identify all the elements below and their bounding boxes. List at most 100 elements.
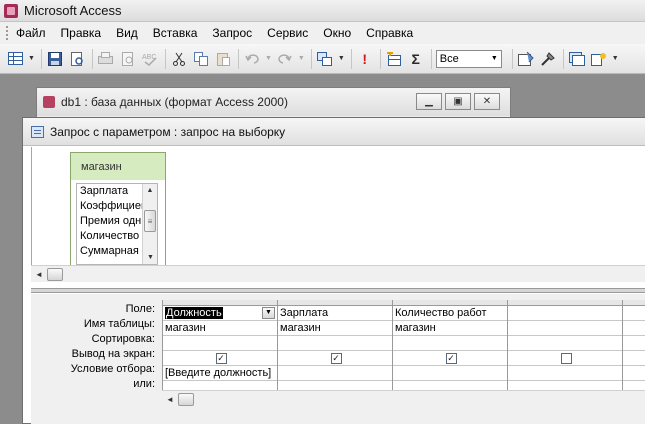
row-label-show: Вывод на экран: bbox=[71, 348, 155, 360]
file-search-icon[interactable] bbox=[68, 50, 86, 68]
field-cell[interactable]: Должность ▼ bbox=[163, 306, 277, 321]
design-grid-pane: Поле: Имя таблицы: Сортировка: Вывод на … bbox=[31, 294, 645, 424]
pane-splitter[interactable] bbox=[31, 288, 645, 293]
build-icon[interactable] bbox=[539, 50, 557, 68]
field-list-item[interactable]: Зарплата bbox=[77, 184, 143, 199]
menu-grip[interactable] bbox=[6, 26, 10, 40]
table-cell[interactable]: магазин bbox=[278, 321, 392, 336]
field-list-box[interactable]: Зарплата Коэффициент Премия одн Количест… bbox=[76, 183, 158, 265]
spelling-icon[interactable]: ABC bbox=[141, 50, 159, 68]
run-icon[interactable]: ! bbox=[356, 50, 374, 68]
database-window-icon[interactable] bbox=[568, 50, 586, 68]
criteria-cell[interactable] bbox=[623, 366, 645, 381]
chevron-down-icon[interactable]: ▼ bbox=[338, 55, 345, 62]
chevron-down-icon[interactable]: ▼ bbox=[265, 55, 272, 62]
criteria-cell[interactable] bbox=[393, 366, 507, 381]
row-label-table: Имя таблицы: bbox=[83, 318, 155, 330]
row-label-criteria: Условие отбора: bbox=[70, 363, 155, 375]
sort-cell[interactable] bbox=[623, 336, 645, 351]
field-cell-value: Должность bbox=[165, 307, 223, 319]
menu-view[interactable]: Вид bbox=[116, 26, 138, 40]
scroll-thumb[interactable] bbox=[178, 393, 194, 406]
criteria-cell[interactable] bbox=[508, 366, 622, 381]
menu-window[interactable]: Окно bbox=[323, 26, 351, 40]
table-cell[interactable]: магазин bbox=[163, 321, 277, 336]
scroll-thumb[interactable]: ≡ bbox=[144, 210, 156, 232]
show-cell[interactable]: ✓ bbox=[278, 351, 392, 366]
sort-cell[interactable] bbox=[508, 336, 622, 351]
undo-icon[interactable] bbox=[243, 50, 261, 68]
query-type-icon[interactable] bbox=[316, 50, 334, 68]
sort-cell[interactable] bbox=[393, 336, 507, 351]
chevron-down-icon[interactable]: ▼ bbox=[491, 55, 498, 62]
chevron-down-icon[interactable]: ▼ bbox=[262, 307, 275, 319]
table-field-list[interactable]: магазин Зарплата Коэффициент Премия одн … bbox=[70, 152, 166, 269]
row-label-field: Поле: bbox=[125, 303, 155, 315]
scroll-up-icon[interactable]: ▲ bbox=[143, 184, 157, 197]
grid-column: Зарплата магазин ✓ bbox=[277, 300, 392, 396]
show-checkbox[interactable] bbox=[560, 352, 572, 364]
menu-insert[interactable]: Вставка bbox=[153, 26, 198, 40]
show-cell[interactable]: ✓ bbox=[163, 351, 277, 366]
field-cell[interactable]: Зарплата bbox=[278, 306, 392, 321]
close-button[interactable]: ✕ bbox=[474, 93, 500, 110]
show-checkbox[interactable]: ✓ bbox=[445, 352, 457, 364]
criteria-cell[interactable]: [Введите должность] bbox=[163, 366, 277, 381]
grid-view-icon[interactable] bbox=[6, 50, 24, 68]
menu-file[interactable]: Файл bbox=[16, 26, 46, 40]
field-list-item[interactable]: Премия одн bbox=[77, 214, 143, 229]
copy-icon[interactable] bbox=[192, 50, 210, 68]
scroll-left-icon[interactable]: ◄ bbox=[33, 268, 45, 280]
redo-icon[interactable] bbox=[276, 50, 294, 68]
table-cell[interactable] bbox=[623, 321, 645, 336]
restore-button[interactable]: ▣ bbox=[445, 93, 471, 110]
field-list-scrollbar[interactable]: ▲ ≡ ▼ bbox=[142, 184, 157, 264]
paste-icon[interactable] bbox=[214, 50, 232, 68]
access-app-icon bbox=[4, 3, 18, 18]
field-cell[interactable]: Количество работ bbox=[393, 306, 507, 321]
menu-query[interactable]: Запрос bbox=[212, 26, 252, 40]
chevron-down-icon[interactable]: ▼ bbox=[28, 55, 35, 62]
sort-cell[interactable] bbox=[278, 336, 392, 351]
scroll-down-icon[interactable]: ▼ bbox=[143, 251, 158, 264]
scroll-thumb[interactable] bbox=[47, 268, 63, 281]
field-cell[interactable] bbox=[623, 306, 645, 321]
field-list-item[interactable]: Коэффициент bbox=[77, 199, 143, 214]
print-icon[interactable] bbox=[97, 50, 115, 68]
properties-icon[interactable] bbox=[517, 50, 535, 68]
table-cell[interactable] bbox=[508, 321, 622, 336]
field-list-title[interactable]: магазин bbox=[71, 153, 165, 180]
sort-cell[interactable] bbox=[163, 336, 277, 351]
show-cell[interactable] bbox=[508, 351, 622, 366]
menu-edit[interactable]: Правка bbox=[61, 26, 102, 40]
menu-help[interactable]: Справка bbox=[366, 26, 413, 40]
scroll-left-icon[interactable]: ◄ bbox=[164, 393, 176, 405]
show-cell[interactable]: ✓ bbox=[393, 351, 507, 366]
criteria-cell[interactable] bbox=[278, 366, 392, 381]
top-values-combo[interactable]: Все ▼ bbox=[435, 49, 502, 68]
minimize-button[interactable]: ▁ bbox=[416, 93, 442, 110]
chevron-down-icon[interactable]: ▼ bbox=[612, 55, 619, 62]
field-list-item[interactable]: Количество bbox=[77, 229, 143, 244]
print-preview-icon[interactable] bbox=[119, 50, 137, 68]
table-pane[interactable]: магазин Зарплата Коэффициент Премия одн … bbox=[31, 147, 645, 275]
totals-icon[interactable]: Σ bbox=[407, 50, 425, 68]
row-label-sort: Сортировка: bbox=[91, 333, 155, 345]
field-list-item[interactable]: Суммарная bbox=[77, 244, 143, 259]
database-window-controls: ▁ ▣ ✕ bbox=[413, 93, 500, 110]
grid-hscrollbar[interactable]: ◄ bbox=[162, 390, 645, 407]
menu-tools[interactable]: Сервис bbox=[267, 26, 308, 40]
field-cell[interactable] bbox=[508, 306, 622, 321]
save-icon[interactable] bbox=[46, 50, 64, 68]
new-object-icon[interactable] bbox=[590, 50, 608, 68]
chevron-down-icon[interactable]: ▼ bbox=[298, 55, 305, 62]
show-checkbox[interactable]: ✓ bbox=[330, 352, 342, 364]
table-cell[interactable]: магазин bbox=[393, 321, 507, 336]
show-table-icon[interactable] bbox=[385, 50, 403, 68]
show-cell[interactable] bbox=[623, 351, 645, 366]
query-icon bbox=[31, 125, 44, 138]
query-window-caption[interactable]: Запрос с параметром : запрос на выборку bbox=[23, 118, 645, 146]
cut-icon[interactable] bbox=[170, 50, 188, 68]
table-pane-hscrollbar[interactable]: ◄ bbox=[31, 265, 645, 282]
show-checkbox[interactable]: ✓ bbox=[215, 352, 227, 364]
